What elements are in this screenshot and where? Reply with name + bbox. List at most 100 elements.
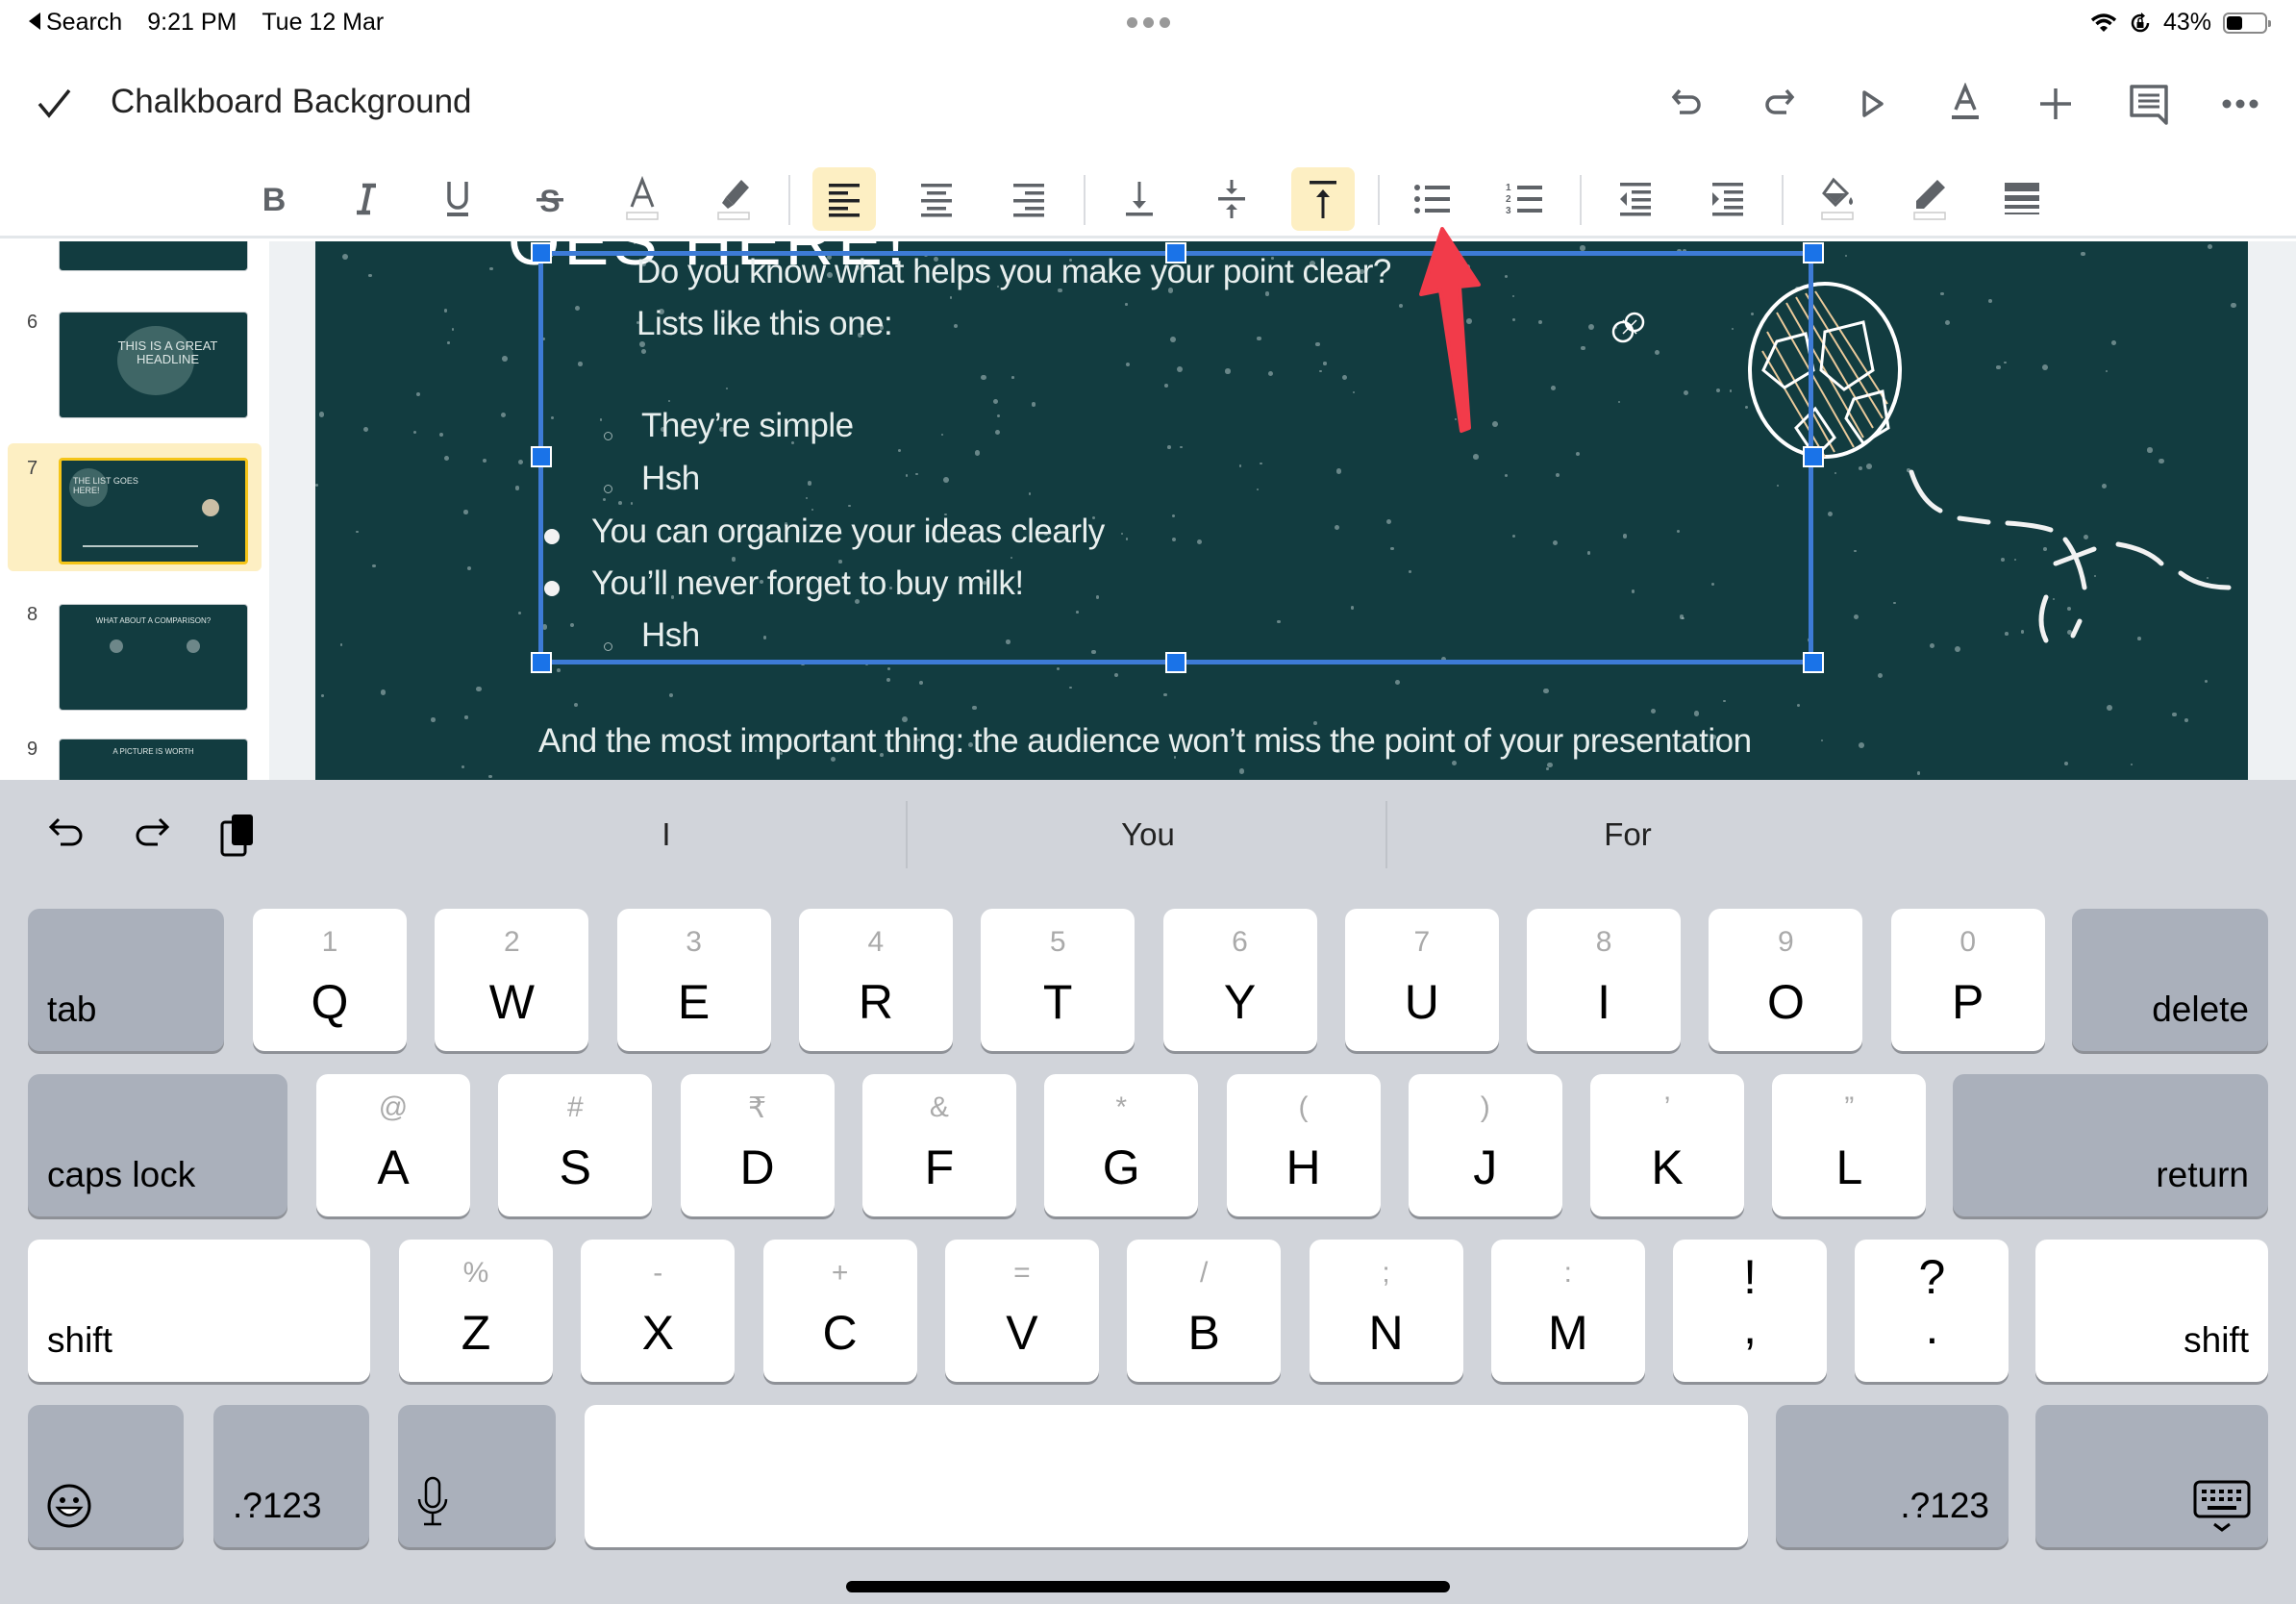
vertical-align-middle-button[interactable] bbox=[1200, 167, 1263, 231]
key-label: H bbox=[1285, 1140, 1321, 1194]
vertical-align-top-button[interactable] bbox=[1291, 167, 1355, 231]
key-alt-label: & bbox=[929, 1091, 949, 1123]
key-o[interactable]: 9O bbox=[1709, 909, 1863, 1051]
key-a[interactable]: @ A bbox=[316, 1074, 470, 1216]
numbers-key-right[interactable]: .?123 bbox=[1776, 1405, 2009, 1547]
key-x[interactable]: -X bbox=[581, 1240, 736, 1382]
space-bar[interactable] bbox=[585, 1405, 1748, 1547]
key-period[interactable]: ?. bbox=[1855, 1240, 2009, 1382]
key-l[interactable]: ” L bbox=[1772, 1074, 1927, 1216]
key-d[interactable]: ₹ D bbox=[680, 1074, 835, 1216]
delete-key[interactable]: delete bbox=[2072, 909, 2268, 1051]
slide-canvas[interactable]: OES HERE! Do you know what helps you mak… bbox=[315, 241, 2248, 780]
key-label: W bbox=[488, 975, 535, 1029]
key-q[interactable]: 1Q bbox=[253, 909, 407, 1051]
comments-button[interactable] bbox=[2120, 75, 2178, 133]
key-n[interactable]: ; N bbox=[1309, 1240, 1463, 1382]
key-g[interactable]: * G bbox=[1044, 1074, 1199, 1216]
multitasking-dots[interactable] bbox=[1127, 17, 1170, 28]
key-v[interactable]: = V bbox=[944, 1240, 1099, 1382]
resize-handle-bottom[interactable] bbox=[1165, 652, 1186, 673]
emoji-icon bbox=[47, 1484, 91, 1528]
bulleted-list-icon bbox=[1414, 185, 1450, 213]
insert-button[interactable] bbox=[2027, 75, 2084, 133]
resize-handle-top-left[interactable] bbox=[531, 242, 552, 263]
key-i[interactable]: 8I bbox=[1527, 909, 1682, 1051]
resize-handle-right[interactable] bbox=[1803, 446, 1824, 467]
decrease-indent-button[interactable] bbox=[1604, 167, 1667, 231]
dictation-key[interactable] bbox=[398, 1405, 556, 1547]
keyboard-undo-button[interactable] bbox=[42, 811, 90, 859]
prediction-3[interactable]: For bbox=[1532, 816, 1724, 853]
done-button[interactable] bbox=[33, 85, 75, 127]
key-j[interactable]: ) J bbox=[1408, 1074, 1562, 1216]
key-z[interactable]: % Z bbox=[399, 1240, 553, 1382]
fill-color-button[interactable] bbox=[1806, 167, 1869, 231]
key-comma[interactable]: !, bbox=[1673, 1240, 1828, 1382]
more-options-button[interactable] bbox=[2211, 75, 2269, 133]
key-m[interactable]: :M bbox=[1490, 1240, 1645, 1382]
home-indicator[interactable] bbox=[846, 1581, 1450, 1592]
increase-indent-button[interactable] bbox=[1696, 167, 1759, 231]
resize-handle-top[interactable] bbox=[1165, 242, 1186, 263]
back-to-search[interactable]: Search bbox=[29, 9, 122, 37]
highlight-color-button[interactable] bbox=[702, 167, 765, 231]
resize-handle-bottom-right[interactable] bbox=[1803, 652, 1824, 673]
caps-lock-key[interactable]: caps lock bbox=[28, 1074, 287, 1216]
align-right-button[interactable] bbox=[997, 167, 1061, 231]
prediction-1[interactable]: I bbox=[570, 816, 762, 853]
key-r[interactable]: 4R bbox=[798, 909, 953, 1051]
keyboard-redo-button[interactable] bbox=[128, 811, 176, 859]
key-label: X bbox=[641, 1306, 674, 1360]
resize-handle-bottom-left[interactable] bbox=[531, 652, 552, 673]
key-h[interactable]: (H bbox=[1226, 1074, 1381, 1216]
key-b[interactable]: / B bbox=[1127, 1240, 1282, 1382]
redo-icon bbox=[136, 817, 170, 846]
key-f[interactable]: & F bbox=[861, 1074, 1016, 1216]
key-w[interactable]: 2W bbox=[435, 909, 589, 1051]
key-s[interactable]: # S bbox=[498, 1074, 653, 1216]
undo-icon bbox=[48, 817, 83, 846]
key-c[interactable]: + C bbox=[762, 1240, 917, 1382]
underline-button[interactable] bbox=[426, 167, 489, 231]
return-key[interactable]: return bbox=[1953, 1074, 2268, 1216]
key-u[interactable]: 7U bbox=[1344, 909, 1499, 1051]
vertical-align-bottom-button[interactable] bbox=[1108, 167, 1171, 231]
key-label: Y bbox=[1223, 975, 1257, 1029]
dismiss-keyboard-key[interactable] bbox=[2035, 1405, 2268, 1547]
key-e[interactable]: 3E bbox=[616, 909, 771, 1051]
document-title[interactable]: Chalkboard Background bbox=[111, 83, 472, 121]
bold-button[interactable]: B bbox=[242, 167, 306, 231]
align-left-button[interactable] bbox=[812, 167, 876, 231]
strikethrough-button[interactable]: S bbox=[518, 167, 582, 231]
numbers-key-left[interactable]: .?123 bbox=[213, 1405, 369, 1547]
keyboard-paste-button[interactable] bbox=[213, 811, 262, 859]
emoji-key[interactable] bbox=[28, 1405, 184, 1547]
prediction-2[interactable]: You bbox=[1052, 816, 1244, 853]
footer-text[interactable]: And the most important thing: the audien… bbox=[538, 722, 1752, 761]
text-box-selection[interactable] bbox=[538, 251, 1813, 664]
svg-text:3: 3 bbox=[1506, 206, 1511, 216]
tab-key[interactable]: tab bbox=[28, 909, 224, 1051]
text-format-button[interactable] bbox=[1936, 75, 1994, 133]
shift-key-right[interactable]: shift bbox=[2035, 1240, 2268, 1382]
resize-handle-left[interactable] bbox=[531, 446, 552, 467]
key-y[interactable]: 6Y bbox=[1162, 909, 1317, 1051]
key-alt-label: 0 bbox=[1959, 926, 1977, 958]
undo-button[interactable] bbox=[1659, 75, 1716, 133]
key-k[interactable]: ’ K bbox=[1590, 1074, 1745, 1216]
border-weight-button[interactable] bbox=[1990, 167, 2054, 231]
key-t[interactable]: 5T bbox=[981, 909, 1136, 1051]
present-button[interactable] bbox=[1843, 75, 1901, 133]
text-color-button[interactable] bbox=[611, 167, 674, 231]
italic-button[interactable] bbox=[335, 167, 398, 231]
border-color-button[interactable] bbox=[1898, 167, 1961, 231]
key-p[interactable]: 0P bbox=[1890, 909, 2045, 1051]
key-label: N bbox=[1368, 1306, 1404, 1360]
resize-handle-top-right[interactable] bbox=[1803, 242, 1824, 263]
wifi-icon bbox=[2090, 13, 2117, 32]
shift-key-left[interactable]: shift bbox=[28, 1240, 370, 1382]
align-center-button[interactable] bbox=[905, 167, 968, 231]
redo-button[interactable] bbox=[1750, 75, 1808, 133]
key-alt-label: 6 bbox=[1232, 926, 1248, 958]
